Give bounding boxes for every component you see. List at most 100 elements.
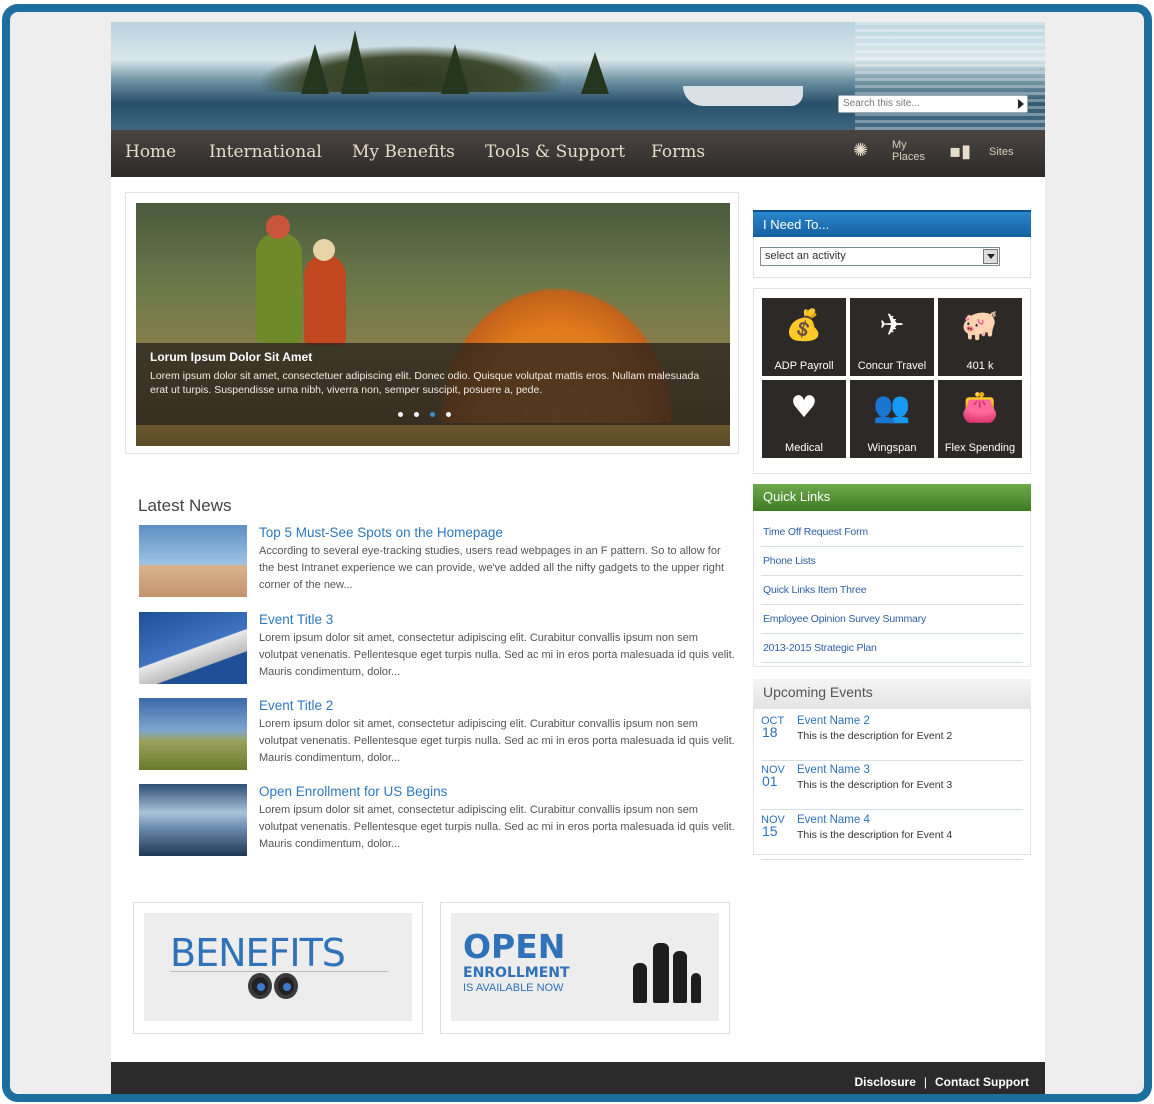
- piggy-bank-icon: 🐖: [961, 308, 999, 343]
- event-name[interactable]: Event Name 2: [797, 715, 870, 727]
- sites-icon[interactable]: ▪▮: [949, 141, 971, 162]
- event-day: 01: [762, 773, 778, 789]
- banner-tree: [581, 52, 609, 94]
- family-silhouette-icon: [615, 933, 705, 1003]
- banner-tree: [301, 44, 329, 94]
- banner-tree: [341, 30, 369, 94]
- banner-streaks: [855, 22, 1045, 130]
- money-bag-icon: 💰: [785, 308, 823, 343]
- news-headline[interactable]: Open Enrollment for US Begins: [259, 784, 447, 799]
- tile-wingspan[interactable]: 👥 Wingspan: [850, 380, 934, 458]
- airplane-icon: ✈: [879, 308, 905, 343]
- event-name[interactable]: Event Name 3: [797, 764, 870, 776]
- benefits-promo-image: BENEFITS: [144, 913, 412, 1021]
- news-headline[interactable]: Event Title 2: [259, 698, 333, 713]
- event-item[interactable]: OCT 18 Event Name 2 This is the descript…: [761, 713, 1023, 761]
- chevron-down-icon[interactable]: [983, 249, 998, 264]
- event-name[interactable]: Event Name 4: [797, 814, 870, 826]
- nav-item-home[interactable]: Home: [125, 142, 176, 162]
- wallet-icon: 👛: [961, 390, 999, 425]
- news-item: Open Enrollment for US Begins Lorem ipsu…: [139, 784, 739, 858]
- event-description: This is the description for Event 4: [797, 829, 953, 841]
- news-item: Event Title 2 Lorem ipsum dolor sit amet…: [139, 698, 739, 772]
- news-summary: Lorem ipsum dolor sit amet, consectetur …: [259, 632, 735, 678]
- tile-label: Wingspan: [867, 442, 917, 454]
- tile-flex-spending[interactable]: 👛 Flex Spending: [938, 380, 1022, 458]
- open-enrollment-promo[interactable]: OPEN ENROLLMENT IS AVAILABLE NOW: [440, 902, 730, 1034]
- news-thumbnail[interactable]: [139, 612, 247, 684]
- news-headline[interactable]: Event Title 3: [259, 612, 333, 627]
- news-summary: According to several eye-tracking studie…: [259, 545, 725, 591]
- tile-label: Concur Travel: [857, 360, 927, 372]
- event-description: This is the description for Event 3: [797, 779, 953, 791]
- news-thumbnail[interactable]: [139, 525, 247, 597]
- search-input[interactable]: Search this site...: [838, 95, 1028, 113]
- hero-slider[interactable]: Lorum Ipsum Dolor Sit Amet Lorem ipsum d…: [136, 203, 730, 446]
- hiker-image: [256, 215, 302, 343]
- contact-support-link[interactable]: Contact Support: [935, 1075, 1029, 1089]
- quick-link[interactable]: Phone Lists: [761, 547, 1023, 576]
- tile-label: ADP Payroll: [774, 360, 834, 372]
- news-thumbnail[interactable]: [139, 784, 247, 856]
- activity-select[interactable]: select an activity: [760, 247, 1000, 266]
- available-now-text: IS AVAILABLE NOW: [463, 982, 564, 994]
- heart-pulse-icon: ♥: [790, 390, 818, 425]
- open-enrollment-image: OPEN ENROLLMENT IS AVAILABLE NOW: [451, 913, 719, 1021]
- header-banner: Search this site...: [111, 22, 1045, 130]
- activity-select-value: select an activity: [765, 250, 846, 262]
- binoculars-icon: [244, 965, 304, 1005]
- event-item[interactable]: NOV 01 Event Name 3 This is the descript…: [761, 762, 1023, 810]
- news-headline[interactable]: Top 5 Must-See Spots on the Homepage: [259, 525, 503, 540]
- quick-link[interactable]: Time Off Request Form: [761, 518, 1023, 547]
- banner-boat: [683, 86, 803, 106]
- nav-item-tools-support[interactable]: Tools & Support: [485, 142, 625, 162]
- quick-link[interactable]: Employee Opinion Survey Summary: [761, 605, 1023, 634]
- nav-item-forms[interactable]: Forms: [651, 142, 705, 162]
- quick-link[interactable]: Quick Links Item Three: [761, 576, 1023, 605]
- enrollment-wordmark: ENROLLMENT: [463, 965, 570, 981]
- tile-concur-travel[interactable]: ✈ Concur Travel: [850, 298, 934, 376]
- sites-link[interactable]: Sites: [989, 146, 1013, 158]
- slider-text: Lorem ipsum dolor sit amet, consectetuer…: [150, 370, 700, 396]
- news-summary: Lorem ipsum dolor sit amet, consectetur …: [259, 718, 735, 764]
- search-go-icon[interactable]: [1018, 99, 1024, 109]
- tile-adp-payroll[interactable]: 💰 ADP Payroll: [762, 298, 846, 376]
- my-places-line2: Places: [892, 151, 926, 163]
- tile-label: 401 k: [966, 360, 994, 372]
- hiker-image: [304, 239, 346, 345]
- my-places-link[interactable]: My Places: [892, 139, 925, 163]
- news-summary: Lorem ipsum dolor sit amet, consectetur …: [259, 804, 735, 850]
- tile-label: Medical: [785, 442, 823, 454]
- intranet-page: Search this site... Home International M…: [111, 22, 1045, 1094]
- slider-dot[interactable]: [446, 412, 451, 417]
- nav-item-international[interactable]: International: [209, 142, 322, 162]
- disclosure-link[interactable]: Disclosure: [855, 1075, 916, 1089]
- slider-title: Lorum Ipsum Dolor Sit Amet: [150, 350, 313, 364]
- tile-401k[interactable]: 🐖 401 k: [938, 298, 1022, 376]
- event-item[interactable]: NOV 15 Event Name 4 This is the descript…: [761, 812, 1023, 860]
- quick-links-heading: Quick Links: [753, 484, 1031, 511]
- banner-tree: [441, 44, 469, 94]
- slider-dots: [398, 412, 451, 417]
- tile-medical[interactable]: ♥ Medical: [762, 380, 846, 458]
- my-places-icon[interactable]: ✺: [853, 140, 868, 161]
- latest-news-heading: Latest News: [138, 496, 232, 515]
- quick-link[interactable]: 2013-2015 Strategic Plan: [761, 634, 1023, 663]
- search-placeholder: Search this site...: [843, 98, 920, 109]
- slider-dot[interactable]: [414, 412, 419, 417]
- news-item: Event Title 3 Lorem ipsum dolor sit amet…: [139, 612, 739, 686]
- main-nav: Home International My Benefits Tools & S…: [111, 130, 1045, 177]
- i-need-to-heading: I Need To...: [753, 210, 1031, 237]
- news-item: Top 5 Must-See Spots on the Homepage Acc…: [139, 525, 739, 599]
- benefits-promo[interactable]: BENEFITS: [133, 902, 423, 1034]
- footer: Disclosure | Contact Support: [111, 1062, 1045, 1094]
- people-icon: 👥: [873, 390, 911, 425]
- slider-dot[interactable]: [398, 412, 403, 417]
- nav-item-my-benefits[interactable]: My Benefits: [352, 142, 455, 162]
- open-wordmark: OPEN: [463, 927, 566, 966]
- event-day: 15: [762, 823, 778, 839]
- news-thumbnail[interactable]: [139, 698, 247, 770]
- footer-separator: |: [923, 1075, 927, 1089]
- browser-frame: Search this site... Home International M…: [2, 4, 1152, 1102]
- slider-dot-active[interactable]: [430, 412, 435, 417]
